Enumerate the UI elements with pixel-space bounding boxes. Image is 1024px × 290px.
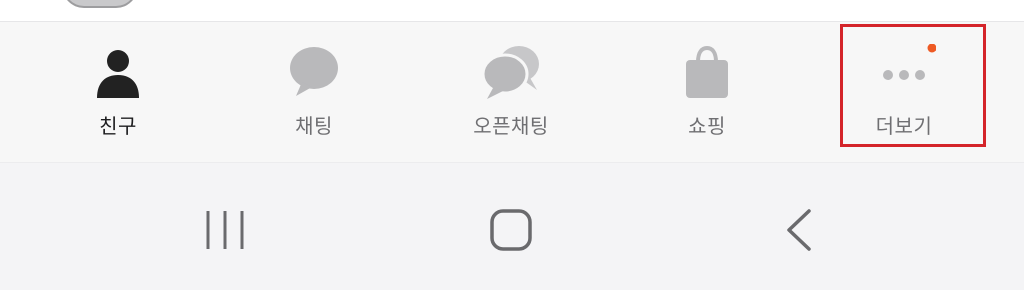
bottom-tab-bar: 친구 채팅 오픈채팅 쇼핑 더보기 (0, 22, 1024, 163)
notification-badge (927, 44, 936, 53)
chat-bubble-icon (282, 44, 346, 100)
more-dots-icon (872, 44, 936, 100)
home-icon[interactable] (476, 201, 546, 261)
tab-shopping-label: 쇼핑 (688, 114, 726, 138)
person-icon (86, 44, 150, 100)
tab-chats-label: 채팅 (295, 114, 333, 138)
double-chat-bubble-icon (479, 44, 543, 100)
system-navigation-bar (0, 163, 1024, 290)
tab-chats[interactable]: 채팅 (234, 22, 394, 162)
recents-icon[interactable] (190, 201, 260, 261)
tab-openchat-label: 오픈채팅 (473, 114, 549, 138)
tab-friends-label: 친구 (99, 114, 137, 138)
tab-openchat[interactable]: 오픈채팅 (431, 22, 591, 162)
content-top-strip (0, 0, 1024, 22)
avatar (62, 0, 138, 8)
tab-shopping[interactable]: 쇼핑 (627, 22, 787, 162)
tab-more-label: 더보기 (875, 114, 933, 138)
back-icon[interactable] (765, 201, 835, 261)
tab-more[interactable]: 더보기 (824, 22, 984, 162)
tab-friends[interactable]: 친구 (38, 22, 198, 162)
shopping-bag-icon (675, 44, 739, 100)
